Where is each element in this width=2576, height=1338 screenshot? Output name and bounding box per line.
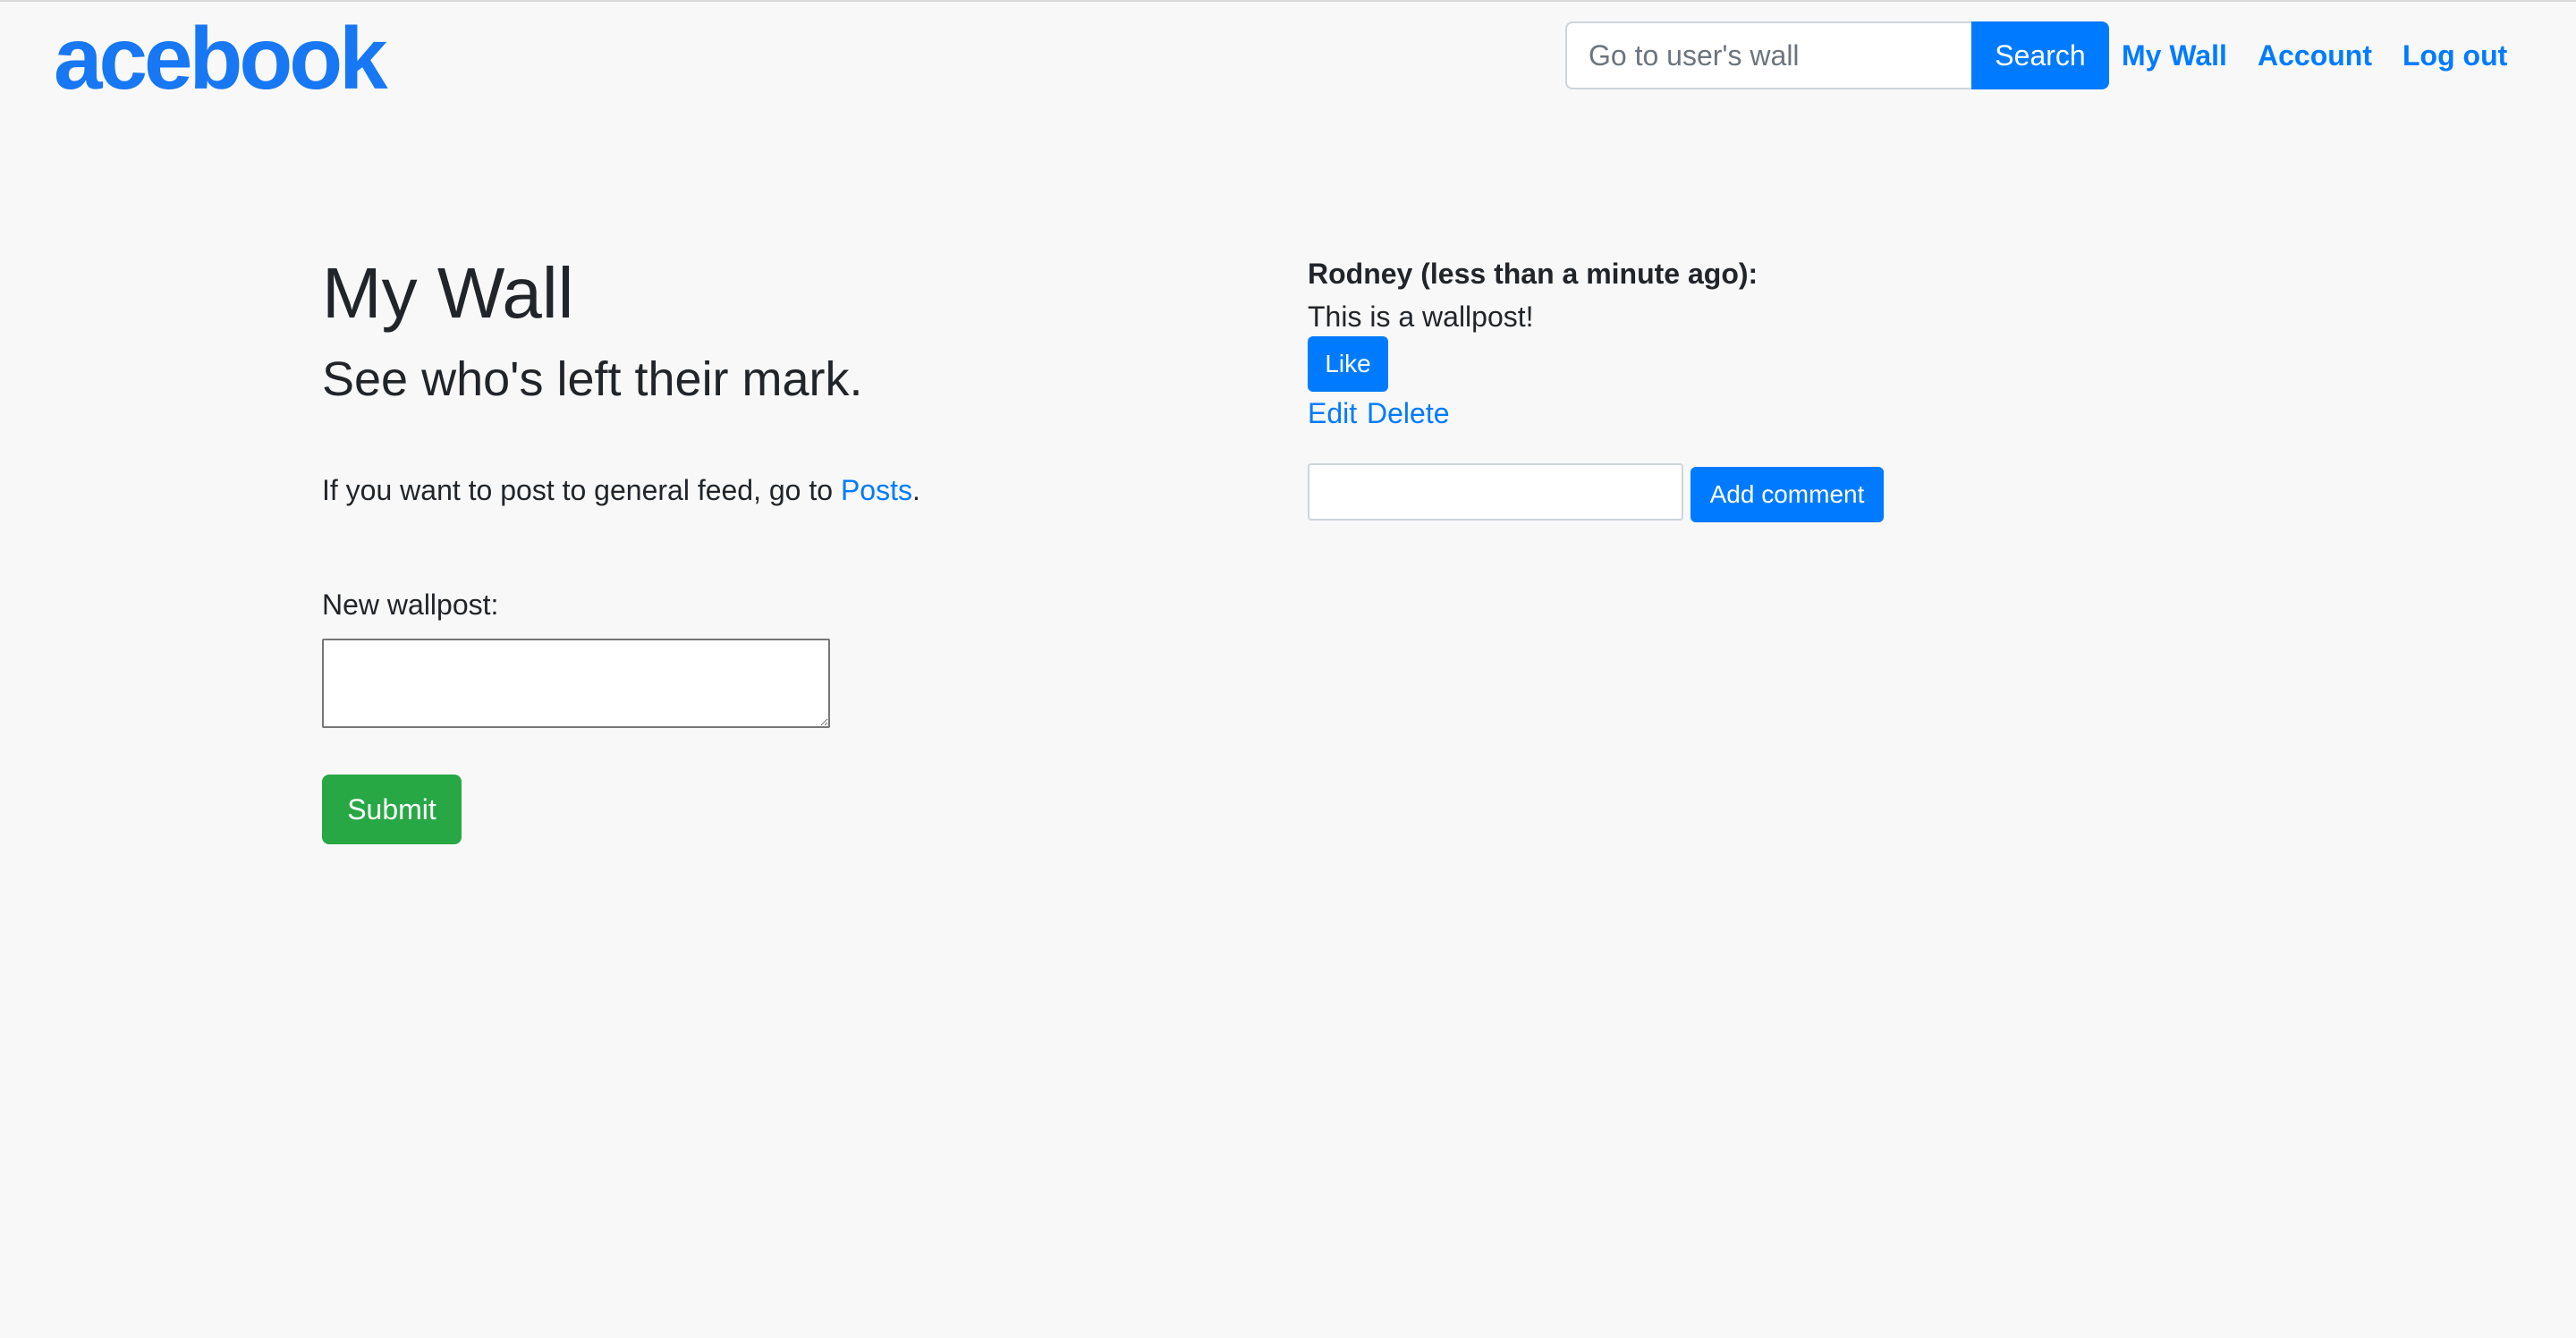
nav-account-link[interactable]: Account bbox=[2258, 21, 2372, 89]
page-subtitle: See who's left their mark. bbox=[322, 352, 863, 406]
nav-my-wall-link[interactable]: My Wall bbox=[2122, 21, 2227, 89]
posts-link[interactable]: Posts bbox=[841, 474, 912, 506]
user-wall-search-input[interactable] bbox=[1565, 21, 1971, 89]
general-feed-hint-period: . bbox=[911, 474, 920, 506]
delete-post-link[interactable]: Delete bbox=[1367, 394, 1450, 433]
top-border bbox=[0, 0, 2576, 2]
edit-post-link[interactable]: Edit bbox=[1308, 394, 1357, 433]
post-author-line: Rodney (less than a minute ago): bbox=[1308, 258, 1758, 290]
general-feed-hint-text: If you want to post to general feed, go … bbox=[322, 474, 841, 506]
post-body: This is a wallpost! bbox=[1308, 301, 1534, 333]
nav-log-out-link[interactable]: Log out bbox=[2402, 21, 2507, 89]
new-wallpost-textarea[interactable] bbox=[322, 639, 830, 728]
like-button[interactable]: Like bbox=[1308, 336, 1388, 392]
acebook-logo[interactable]: acebook bbox=[54, 9, 388, 107]
page-title: My Wall bbox=[322, 253, 574, 333]
add-comment-button[interactable]: Add comment bbox=[1690, 467, 1884, 522]
comment-input[interactable] bbox=[1308, 463, 1683, 521]
general-feed-hint: If you want to post to general feed, go … bbox=[322, 470, 920, 510]
submit-wallpost-button[interactable]: Submit bbox=[322, 775, 462, 844]
new-wallpost-label: New wallpost: bbox=[322, 589, 499, 621]
search-button[interactable]: Search bbox=[1971, 21, 2109, 89]
